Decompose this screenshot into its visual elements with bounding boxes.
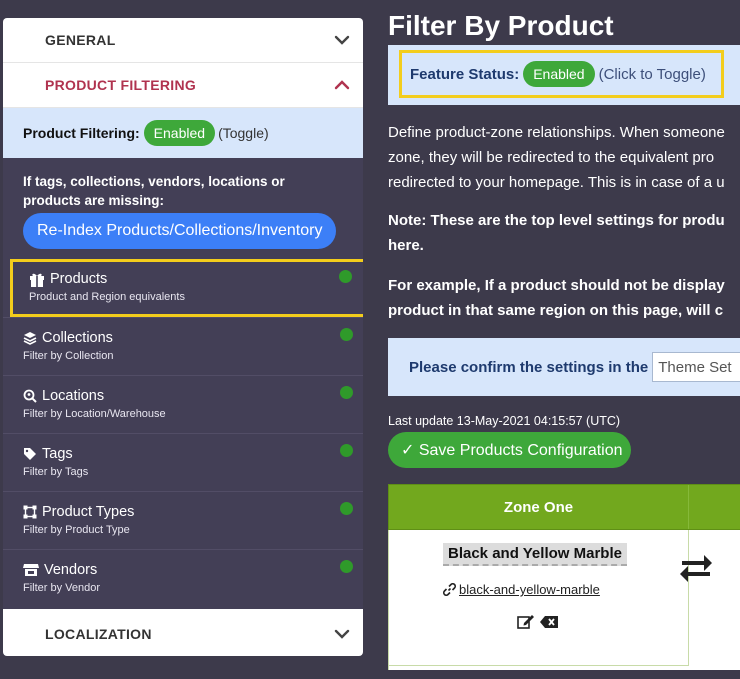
description-line: redirected to your homepage. This is in …: [388, 174, 725, 191]
product-link[interactable]: black-and-yellow-marble: [443, 582, 600, 597]
chevron-down-icon: [334, 629, 350, 639]
status-dot: [340, 444, 353, 457]
general-section-label: GENERAL: [45, 32, 116, 48]
sidebar-item-tags[interactable]: Tags Filter by Tags: [3, 433, 363, 491]
vector-square-icon: [23, 505, 37, 519]
search-location-icon: [23, 389, 37, 403]
zone-one-cell: Black and Yellow Marble black-and-yellow…: [389, 530, 689, 666]
status-dot: [340, 560, 353, 573]
product-name[interactable]: Black and Yellow Marble: [443, 543, 627, 566]
sidebar-nav: If tags, collections, vendors, locations…: [3, 158, 363, 609]
product-handle: black-and-yellow-marble: [459, 582, 600, 597]
sidebar-item-subtitle: Filter by Product Type: [23, 524, 130, 536]
feature-status-highlight: Feature Status: Enabled (Click to Toggle…: [399, 50, 724, 98]
sidebar-item-subtitle: Filter by Vendor: [23, 582, 101, 594]
sidebar-item-subtitle: Filter by Collection: [23, 350, 114, 362]
status-dot: [340, 502, 353, 515]
status-dot: [340, 328, 353, 341]
feature-status-label: Feature Status:: [410, 65, 520, 83]
description-line: Define product-zone relationships. When …: [388, 124, 725, 141]
localization-section-header[interactable]: LOCALIZATION: [3, 611, 363, 656]
sidebar-item-label: Tags: [42, 446, 73, 462]
sidebar-item-product-types[interactable]: Product Types Filter by Product Type: [3, 491, 363, 549]
delete-icon[interactable]: [539, 615, 559, 629]
zone-one-header: Zone One: [389, 485, 689, 529]
row-actions: [517, 614, 559, 629]
confirm-text: Please confirm the settings in the: [409, 358, 649, 376]
tag-icon: [24, 448, 36, 460]
chevron-down-icon: [334, 35, 350, 45]
toggle-link[interactable]: (Click to Toggle): [599, 66, 706, 83]
note-line: here.: [388, 237, 424, 254]
status-dot: [340, 386, 353, 399]
theme-settings-input[interactable]: [652, 352, 740, 382]
feature-status-panel: Feature Status: Enabled (Click to Toggle…: [388, 45, 740, 105]
example-line: For example, If a product should not be …: [388, 277, 725, 294]
sidebar-item-subtitle: Product and Region equivalents: [29, 291, 185, 303]
reindex-panel: If tags, collections, vendors, locations…: [3, 158, 363, 259]
sidebar-item-label: Collections: [42, 330, 113, 346]
chevron-up-icon: [334, 80, 350, 90]
save-products-button[interactable]: ✓ Save Products Configuration: [388, 432, 631, 468]
product-filtering-status: Product Filtering: Enabled (Toggle): [3, 108, 363, 158]
enabled-badge[interactable]: Enabled: [523, 61, 595, 87]
general-section-header[interactable]: GENERAL: [3, 18, 363, 63]
status-dot: [339, 270, 352, 283]
sidebar: GENERAL PRODUCT FILTERING Product Filter…: [3, 18, 363, 656]
missing-items-text: If tags, collections, vendors, locations…: [23, 174, 285, 208]
layers-icon: [23, 332, 37, 345]
note-line: Note: These are the top level settings f…: [388, 212, 725, 229]
sidebar-item-subtitle: Filter by Tags: [23, 466, 89, 478]
sidebar-item-collections[interactable]: Collections Filter by Collection: [3, 317, 363, 375]
sidebar-item-label: Products: [50, 271, 108, 287]
reindex-button[interactable]: Re-Index Products/Collections/Inventory: [23, 213, 337, 249]
sidebar-item-label: Product Types: [42, 504, 135, 520]
page-title: Filter By Product: [388, 10, 614, 41]
product-filtering-section-label: PRODUCT FILTERING: [45, 77, 197, 93]
example-line: product in that same region on this page…: [388, 302, 724, 319]
swap-icon[interactable]: [678, 550, 714, 586]
localization-section-label: LOCALIZATION: [45, 625, 152, 642]
confirm-settings-panel: Please confirm the settings in the: [388, 338, 740, 396]
edit-icon[interactable]: [517, 614, 535, 629]
product-filtering-status-label: Product Filtering:: [23, 125, 140, 141]
sidebar-item-label: Vendors: [44, 562, 98, 578]
zone-table-header: Zone One: [388, 484, 740, 530]
last-update-text: Last update 13-May-2021 04:15:57 (UTC): [388, 414, 621, 428]
gift-icon: [30, 273, 44, 287]
link-icon: [443, 583, 456, 596]
toggle-link[interactable]: (Toggle): [218, 125, 269, 141]
product-filtering-section-header[interactable]: PRODUCT FILTERING: [3, 63, 363, 108]
enabled-badge[interactable]: Enabled: [143, 120, 216, 146]
description-line: zone, they will be redirected to the equ…: [388, 149, 715, 166]
sidebar-item-label: Locations: [42, 388, 105, 404]
sidebar-item-subtitle: Filter by Location/Warehouse: [23, 408, 166, 420]
sidebar-item-vendors[interactable]: Vendors Filter by Vendor: [3, 549, 363, 607]
table-row: Black and Yellow Marble black-and-yellow…: [388, 530, 740, 670]
store-icon: [23, 564, 39, 576]
sidebar-item-locations[interactable]: Locations Filter by Location/Warehouse: [3, 375, 363, 433]
zone-table: Zone One Black and Yellow Marble black-a…: [388, 484, 740, 679]
main-content: Filter By Product Feature Status: Enable…: [388, 0, 740, 679]
sidebar-item-products[interactable]: Products Product and Region equivalents: [10, 259, 363, 317]
